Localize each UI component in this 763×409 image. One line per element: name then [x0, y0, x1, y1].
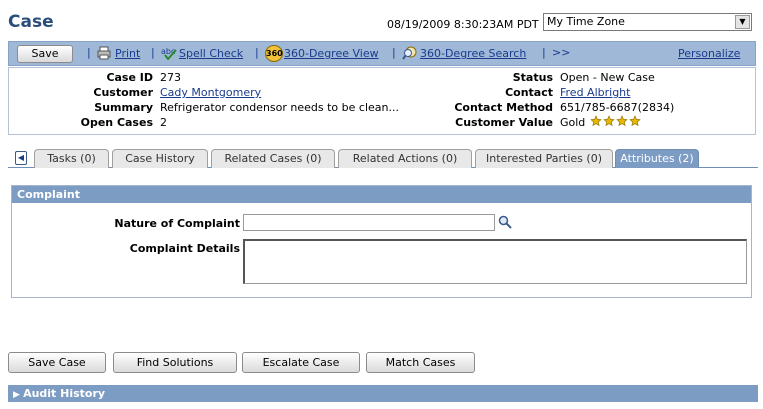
toolbar-separator: | — [392, 46, 396, 59]
chevron-down-icon[interactable]: ▼ — [735, 15, 750, 29]
open-cases-value: 2 — [160, 116, 167, 129]
print-icon[interactable] — [97, 46, 111, 60]
spell-check-link[interactable]: Spell Check — [179, 47, 243, 60]
360-degree-search-link[interactable]: 360-Degree Search — [420, 47, 526, 60]
save-case-button[interactable]: Save Case — [8, 352, 106, 373]
complaint-details-textarea[interactable] — [243, 239, 747, 284]
tab-related-cases[interactable]: Related Cases (0) — [211, 149, 335, 168]
case-summary-panel: Case ID 273 Customer Cady Montgomery Sum… — [8, 67, 756, 135]
nature-of-complaint-input[interactable] — [243, 214, 495, 231]
contact-label: Contact — [505, 86, 553, 99]
more-toolbar-link[interactable]: >> — [552, 46, 570, 59]
star-icon — [603, 115, 615, 127]
tab-interested-parties[interactable]: Interested Parties (0) — [475, 149, 613, 168]
tab-case-history[interactable]: Case History — [112, 149, 208, 168]
star-icon — [616, 115, 628, 127]
customer-link[interactable]: Cady Montgomery — [160, 86, 261, 99]
contact-link[interactable]: Fred Albright — [560, 86, 630, 99]
case-id-value: 273 — [160, 71, 181, 84]
audit-history-label: Audit History — [23, 387, 106, 400]
star-icon — [629, 115, 641, 127]
view-360-icon[interactable]: 360 — [265, 45, 283, 62]
360-degree-view-link[interactable]: 360-Degree View — [284, 47, 379, 60]
lookup-search-icon[interactable] — [498, 215, 512, 229]
complaint-header: Complaint — [12, 186, 751, 203]
tab-bar: ◀ Tasks (0) Case History Related Cases (… — [8, 148, 758, 168]
match-cases-button[interactable]: Match Cases — [366, 352, 475, 373]
summary-label: Summary — [94, 101, 153, 114]
customer-value-value: Gold — [560, 116, 586, 129]
complaint-details-label: Complaint Details — [129, 242, 240, 255]
tab-tasks[interactable]: Tasks (0) — [34, 149, 109, 168]
toolbar-separator: | — [542, 46, 546, 59]
find-solutions-button[interactable]: Find Solutions — [113, 352, 237, 373]
personalize-link[interactable]: Personalize — [678, 47, 740, 60]
customer-label: Customer — [93, 86, 153, 99]
toolbar: Save | Print | abc Spell Check | 360 360… — [8, 41, 756, 66]
toolbar-separator: | — [255, 46, 259, 59]
case-id-label: Case ID — [106, 71, 153, 84]
contact-method-label: Contact Method — [454, 101, 553, 114]
expand-triangle-icon: ▶ — [13, 390, 24, 400]
svg-text:abc: abc — [161, 47, 175, 56]
open-cases-label: Open Cases — [80, 116, 153, 129]
save-button[interactable]: Save — [17, 45, 73, 63]
tab-attributes[interactable]: Attributes (2) — [615, 149, 699, 168]
nature-of-complaint-label: Nature of Complaint — [114, 217, 240, 230]
status-label: Status — [512, 71, 553, 84]
escalate-case-button[interactable]: Escalate Case — [242, 352, 360, 373]
customer-value-label: Customer Value — [455, 116, 553, 129]
tab-related-actions[interactable]: Related Actions (0) — [338, 149, 472, 168]
timezone-select[interactable]: My Time Zone ▼ — [543, 13, 752, 31]
print-link[interactable]: Print — [115, 47, 140, 60]
status-value: Open - New Case — [560, 71, 655, 84]
star-icon — [590, 115, 602, 127]
audit-history-header[interactable]: ▶ Audit History — [8, 385, 758, 402]
contact-method-value: 651/785-6687(2834) — [560, 101, 675, 114]
toolbar-separator: | — [151, 46, 155, 59]
page-title: Case — [8, 12, 54, 32]
search-360-icon[interactable] — [402, 46, 417, 60]
toolbar-separator: | — [87, 46, 91, 59]
timezone-select-value: My Time Zone — [547, 15, 625, 28]
summary-value: Refrigerator condensor needs to be clean… — [160, 101, 399, 114]
current-datetime: 08/19/2009 8:30:23AM PDT — [387, 18, 539, 31]
spell-check-icon[interactable]: abc — [161, 46, 177, 60]
tab-scroll-left-icon[interactable]: ◀ — [15, 151, 27, 165]
complaint-section: Complaint Nature of Complaint Complaint … — [11, 185, 752, 298]
customer-value-stars — [590, 115, 641, 127]
